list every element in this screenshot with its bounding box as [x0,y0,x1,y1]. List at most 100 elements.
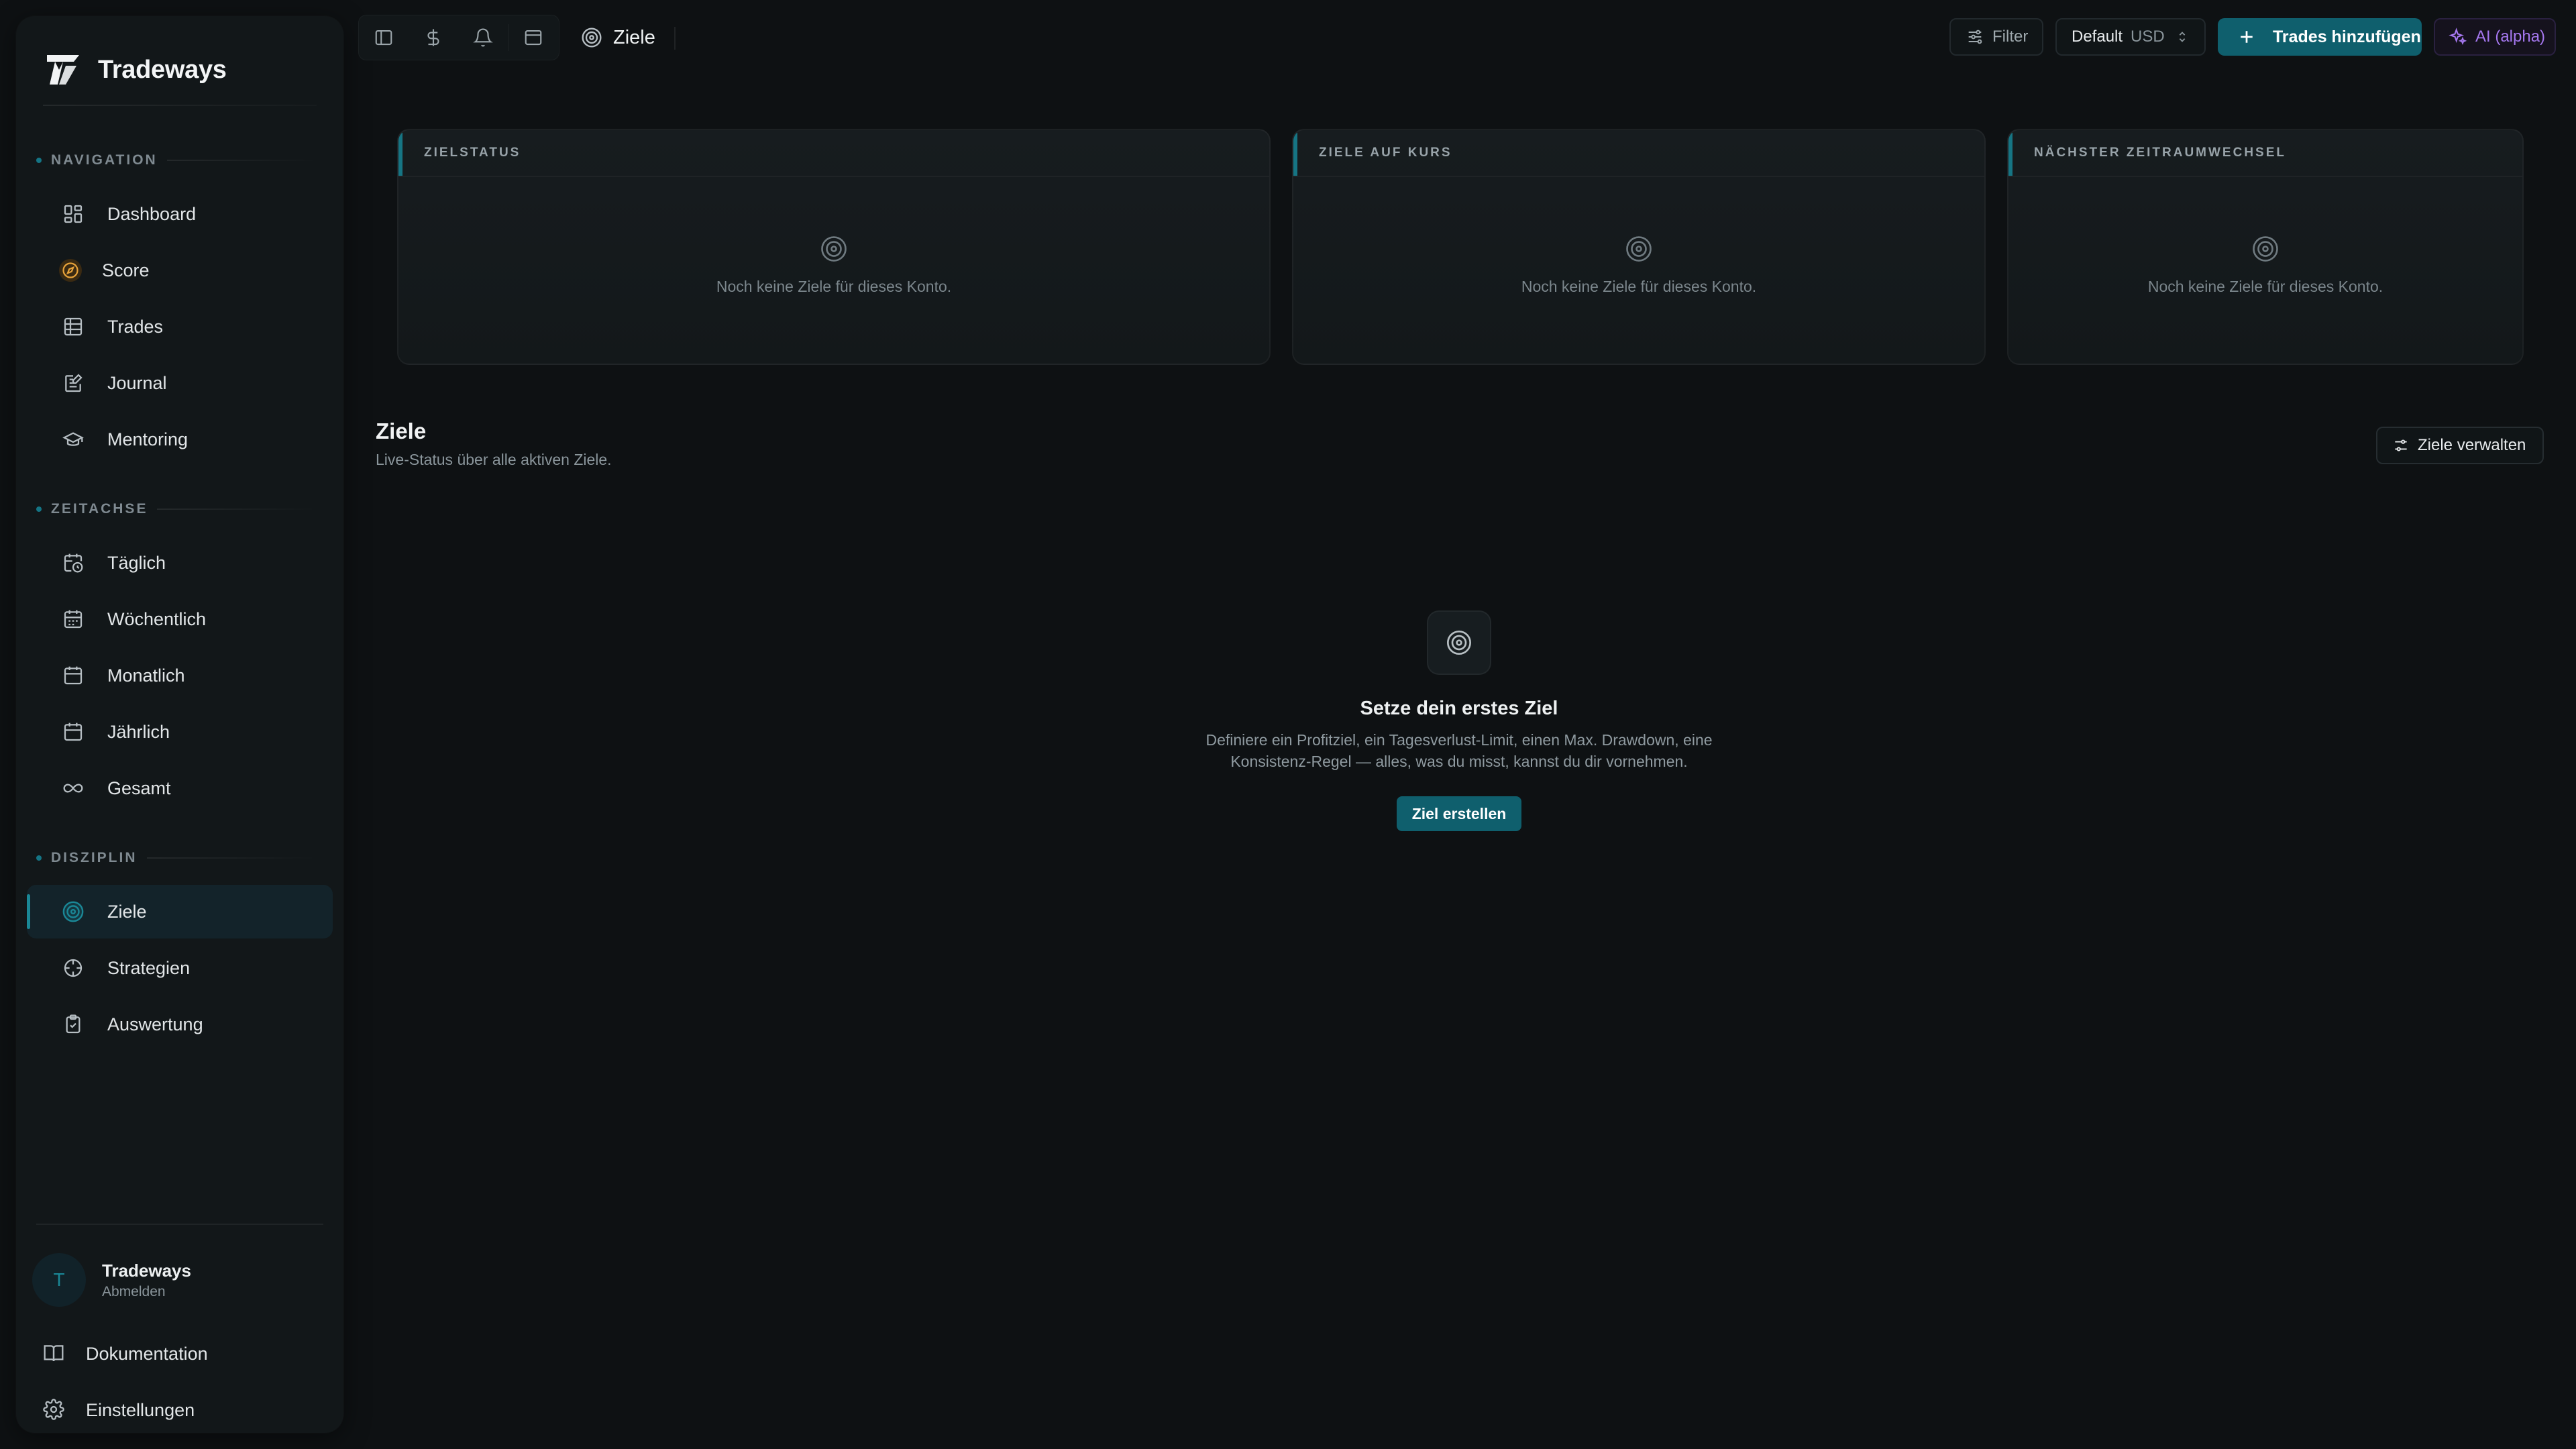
toggle-sidebar-button[interactable] [359,15,409,60]
target-icon [1446,629,1472,656]
manage-goals-label: Ziele verwalten [2418,436,2526,454]
sidebar-item-score[interactable]: Score [27,244,333,297]
sidebar-item-strategies[interactable]: Strategien [27,941,333,995]
calendar-days-icon [62,608,85,631]
sidebar-item-label: Täglich [107,552,166,573]
user-name: Tradeways [102,1260,191,1281]
toolbar-group [358,15,559,60]
sidebar-item-label: Auswertung [107,1014,203,1034]
sidebar-item-label: Monatlich [107,665,185,686]
divider [36,1224,323,1225]
sparkles-icon [2449,28,2467,46]
sidebar-item-label: Trades [107,316,164,337]
breadcrumb: Ziele [581,20,655,55]
infinity-icon [62,777,85,800]
window-icon [523,28,543,48]
book-open-icon [43,1342,66,1365]
sidebar-item-documentation[interactable]: Dokumentation [43,1334,208,1374]
filter-label: Filter [1992,28,2029,46]
empty-message: Noch keine Ziele für dieses Konto. [2147,278,2383,295]
empty-message: Noch keine Ziele für dieses Konto. [716,278,952,295]
gear-icon [43,1399,66,1421]
brand-name: Tradeways [98,55,227,84]
sidebar-item-trades[interactable]: Trades [27,300,333,354]
tradeways-logo-icon [43,50,83,90]
target-icon [2251,235,2279,263]
card-goal-status: ZIELSTATUS Noch keine Ziele für dieses K… [397,129,1271,365]
empty-state-icon-box [1427,610,1491,675]
avatar: T [32,1253,86,1307]
account-select[interactable]: Default USD [2055,18,2206,56]
clipboard-check-icon [62,1013,85,1036]
ai-button[interactable]: AI (alpha) [2434,18,2556,56]
graduation-cap-icon [62,428,85,451]
sidebar-item-label: Jährlich [107,721,170,742]
card-next-period-change: NÄCHSTER ZEITRAUMWECHSEL Noch keine Ziel… [2007,129,2524,365]
sidebar-item-daily[interactable]: Täglich [27,536,333,590]
sidebar-item-label: Journal [107,372,167,393]
currency-button[interactable] [409,15,458,60]
target-icon [62,900,85,923]
sidebar-item-label: Dashboard [107,203,197,224]
sidebar-item-settings[interactable]: Einstellungen [43,1390,195,1430]
bell-icon [473,28,493,48]
create-goal-button[interactable]: Ziel erstellen [1397,796,1521,831]
add-trades-label: Trades hinzufügen [2273,27,2421,46]
sidebar-item-weekly[interactable]: Wöchentlich [27,592,333,646]
empty-state: Setze dein erstes Ziel Definiere ein Pro… [1073,610,1845,831]
empty-message: Noch keine Ziele für dieses Konto. [1521,278,1757,295]
sliders-icon [1966,28,1984,46]
target-icon [1625,235,1653,263]
empty-state-description: Definiere ein Profitziel, ein Tagesverlu… [1205,731,1713,770]
logout-link[interactable]: Abmelden [102,1284,191,1300]
sidebar-panel-icon [374,28,394,48]
manage-goals-button[interactable]: Ziele verwalten [2376,427,2544,464]
layout-button[interactable] [508,15,558,60]
dollar-icon [423,28,443,48]
sidebar-item-label: Score [102,260,150,280]
account-currency: USD [2131,28,2165,46]
card-goals-on-track: ZIELE AUF KURS Noch keine Ziele für dies… [1292,129,1986,365]
brand[interactable]: Tradeways [43,36,227,103]
account-name: Default [2072,28,2123,46]
journal-icon [62,372,85,394]
add-trades-button[interactable]: Trades hinzufügen [2218,18,2422,56]
calendar-icon [62,720,85,743]
chevron-up-down-icon [2175,30,2190,44]
section-label-navigation: NAVIGATION [36,150,317,170]
plus-icon [2237,27,2257,47]
divider [674,27,676,50]
crosshair-icon [62,957,85,979]
card-title: NÄCHSTER ZEITRAUMWECHSEL [2008,130,2522,177]
target-icon [581,27,602,48]
empty-state-title: Setze dein erstes Ziel [1360,698,1558,719]
sidebar-item-label: Gesamt [107,777,171,798]
divider [43,105,317,106]
sidebar-item-evaluation[interactable]: Auswertung [27,998,333,1051]
sidebar-item-journal[interactable]: Journal [27,356,333,410]
target-icon [820,235,848,263]
sidebar-item-label: Strategien [107,957,191,978]
section-subtitle: Live-Status über alle aktiven Ziele. [376,451,612,468]
section-label-discipline: DISZIPLIN [36,848,317,868]
table-icon [62,315,85,338]
sidebar-item-dashboard[interactable]: Dashboard [27,187,333,241]
card-title: ZIELE AUF KURS [1293,130,1984,177]
user-profile[interactable]: T Tradeways Abmelden [32,1253,191,1307]
sidebar-item-monthly[interactable]: Monatlich [27,649,333,702]
sidebar-item-total[interactable]: Gesamt [27,761,333,815]
sidebar-item-label: Wöchentlich [107,608,207,629]
sidebar-item-label: Mentoring [107,429,189,449]
compass-icon [59,259,82,282]
sidebar: Tradeways NAVIGATION Dashboard Score Tra… [16,16,343,1433]
page-title: Ziele [613,26,655,48]
section-label-timeline: ZEITACHSE [36,499,317,519]
sidebar-item-label: Dokumentation [86,1343,208,1364]
calendar-grid-icon [62,664,85,687]
filter-button[interactable]: Filter [1949,18,2043,56]
ai-label: AI (alpha) [2475,28,2546,46]
notifications-button[interactable] [458,15,508,60]
sidebar-item-mentoring[interactable]: Mentoring [27,413,333,466]
sidebar-item-goals[interactable]: Ziele [27,885,333,938]
sidebar-item-yearly[interactable]: Jährlich [27,705,333,759]
